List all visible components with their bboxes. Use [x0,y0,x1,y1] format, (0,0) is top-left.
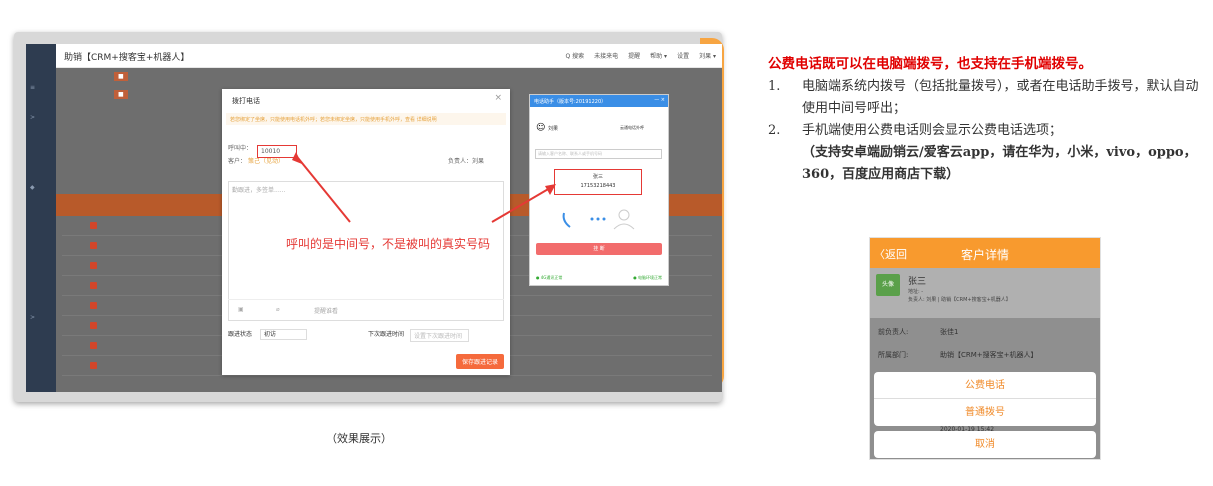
field-label: 所属部门: [878,351,909,359]
mobile-header: 〈返回 客户详情 [870,238,1100,268]
customer-name: 张三 [908,277,927,287]
feature-list: 1. 电脑端系统内拨号（包括批量拨号），或者在电话助手拨号，默认自动使用中间号呼… [768,76,1208,186]
mobile-title: 客户详情 [960,248,1009,262]
normal-dial-option[interactable]: 普通拨号 [874,399,1096,426]
customer-card [870,268,1100,318]
public-call-option[interactable]: 公费电话 [874,372,1096,399]
avatar: 头像 [876,274,900,296]
list-number: 1. [768,79,781,94]
field-value: 助销【CRM+搜客宝+机器人】 [940,351,1038,359]
list-note: （支持安卓端励销云/爱客云app，请在华为，小米，vivo，oppo，360，百… [768,142,1208,186]
caption: （效果展示） [326,432,392,445]
customer-address: 地址: - [908,289,924,295]
customer-owner: 负责人: 刘果 | 助销【CRM+搜客宝+机器人】 [908,297,1011,303]
annotation-text: 呼叫的是中间号，不是被叫的真实号码 [286,237,491,251]
field-value: 张佳1 [940,328,959,336]
section-title: 公费电话既可以在电脑端拨号，也支持在手机端拨号。 [768,56,1092,72]
note-text: （支持安卓端励销云/爱客云app，请在华为，小米，vivo，oppo，360，百… [802,145,1197,182]
annotation-arrows [292,152,556,223]
list-item: 1. 电脑端系统内拨号（包括批量拨号），或者在电话助手拨号，默认自动使用中间号呼… [768,76,1208,120]
list-item: 2. 手机端使用公费电话则会显示公费电话选项； [768,120,1208,142]
list-number: 2. [768,123,781,138]
field-label: 前负责人: [878,328,909,336]
list-text: 电脑端系统内拨号（包括批量拨号），或者在电话助手拨号，默认自动使用中间号呼出； [802,79,1199,116]
list-text: 手机端使用公费电话则会显示公费电话选项； [802,123,1063,138]
mobile-app-screenshot: 〈返回 客户详情 头像 张三 地址: - 负责人: 刘果 | 助销【CRM+搜客… [869,237,1101,460]
cancel-button[interactable]: 取消 [874,431,1096,458]
